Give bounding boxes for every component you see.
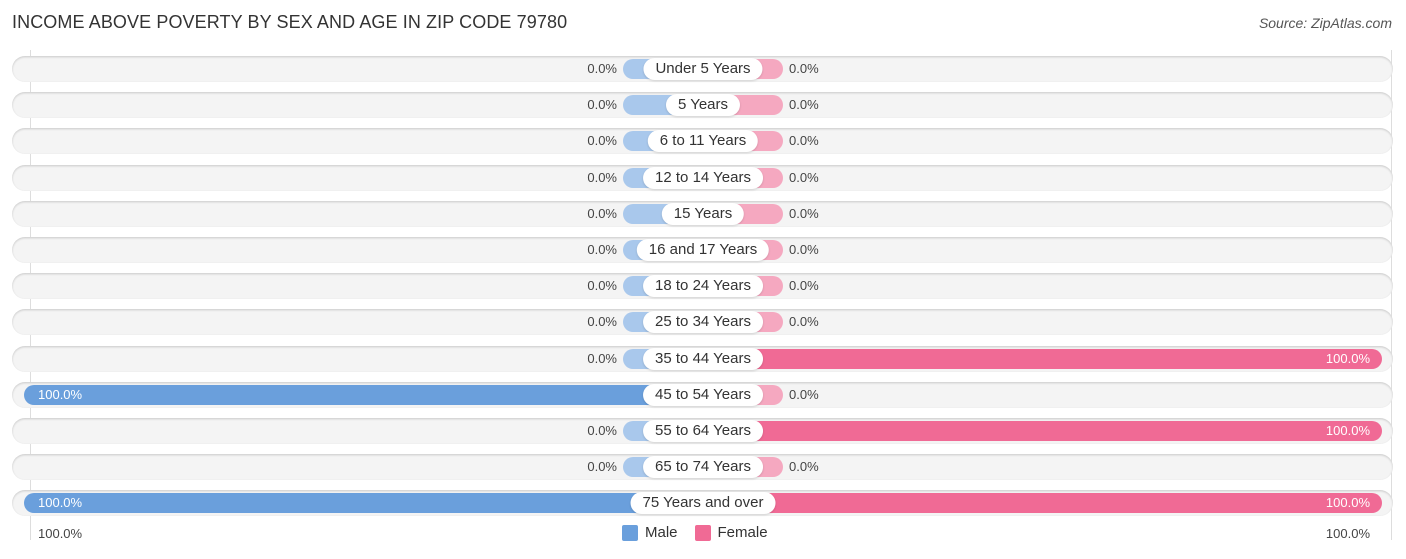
legend-item-male: Male [622,524,678,541]
legend-swatch-male [622,524,638,541]
value-label-male-11: 0.0% [587,459,617,475]
value-label-female-4: 0.0% [789,205,819,221]
bar-male-12 [24,493,703,514]
value-label-male-0: 0.0% [587,61,617,76]
value-label-female-6: 0.0% [789,278,819,294]
value-label-male-7: 0.0% [587,314,617,330]
category-label-10: 55 to 64 Years [643,420,763,442]
legend-label-female: Female [717,524,768,541]
value-label-male-1: 0.0% [587,97,617,113]
value-label-female-9: 0.0% [789,386,819,402]
value-label-female-3: 0.0% [789,169,819,185]
value-label-female-12: 100.0% [1325,495,1370,511]
value-label-female-0: 0.0% [789,61,819,76]
value-label-female-10: 100.0% [1325,423,1370,438]
category-label-9: 45 to 54 Years [643,383,763,406]
value-label-male-3: 0.0% [587,169,617,185]
category-label-8: 35 to 44 Years [643,347,763,370]
value-label-male-4: 0.0% [587,205,617,221]
value-label-female-2: 0.0% [789,133,819,149]
category-label-7: 25 to 34 Years [643,311,763,334]
value-label-male-2: 0.0% [587,133,617,149]
value-label-female-8: 100.0% [1325,350,1370,366]
axis-label-left: 100.0% [38,526,83,541]
value-label-male-8: 0.0% [587,350,617,366]
category-label-4: 15 Years [661,202,745,225]
category-label-2: 6 to 11 Years [647,130,759,153]
category-label-11: 65 to 74 Years [643,456,763,479]
bar-female-8 [703,348,1382,369]
legend-swatch-female [694,524,711,541]
axis-label-right: 100.0% [1325,526,1370,541]
value-label-male-9: 100.0% [38,386,83,402]
legend: Male Female [622,524,785,541]
legend-label-male: Male [645,524,678,541]
bar-male-9 [24,384,703,405]
category-label-6: 18 to 24 Years [643,275,763,298]
value-label-male-5: 0.0% [587,242,617,257]
legend-item-female: Female [694,524,768,541]
bar-female-12 [703,493,1382,514]
value-label-male-10: 0.0% [587,423,617,438]
value-label-male-12: 100.0% [38,495,83,511]
chart-area: 0.0% 0.0% Under 5 Years 0.0% 0.0% 5 Years 0.0%… [0,0,1406,559]
category-label-5: 16 and 17 Years [636,239,770,261]
value-label-female-1: 0.0% [789,97,819,113]
category-label-0: Under 5 Years [643,58,763,80]
value-label-male-6: 0.0% [587,278,617,294]
value-label-female-11: 0.0% [789,459,819,475]
value-label-female-7: 0.0% [789,314,819,330]
category-label-1: 5 Years [665,94,741,117]
bar-female-10 [703,421,1382,441]
category-label-3: 12 to 14 Years [643,166,763,189]
value-label-female-5: 0.0% [789,242,819,257]
category-label-12: 75 Years and over [630,492,776,515]
